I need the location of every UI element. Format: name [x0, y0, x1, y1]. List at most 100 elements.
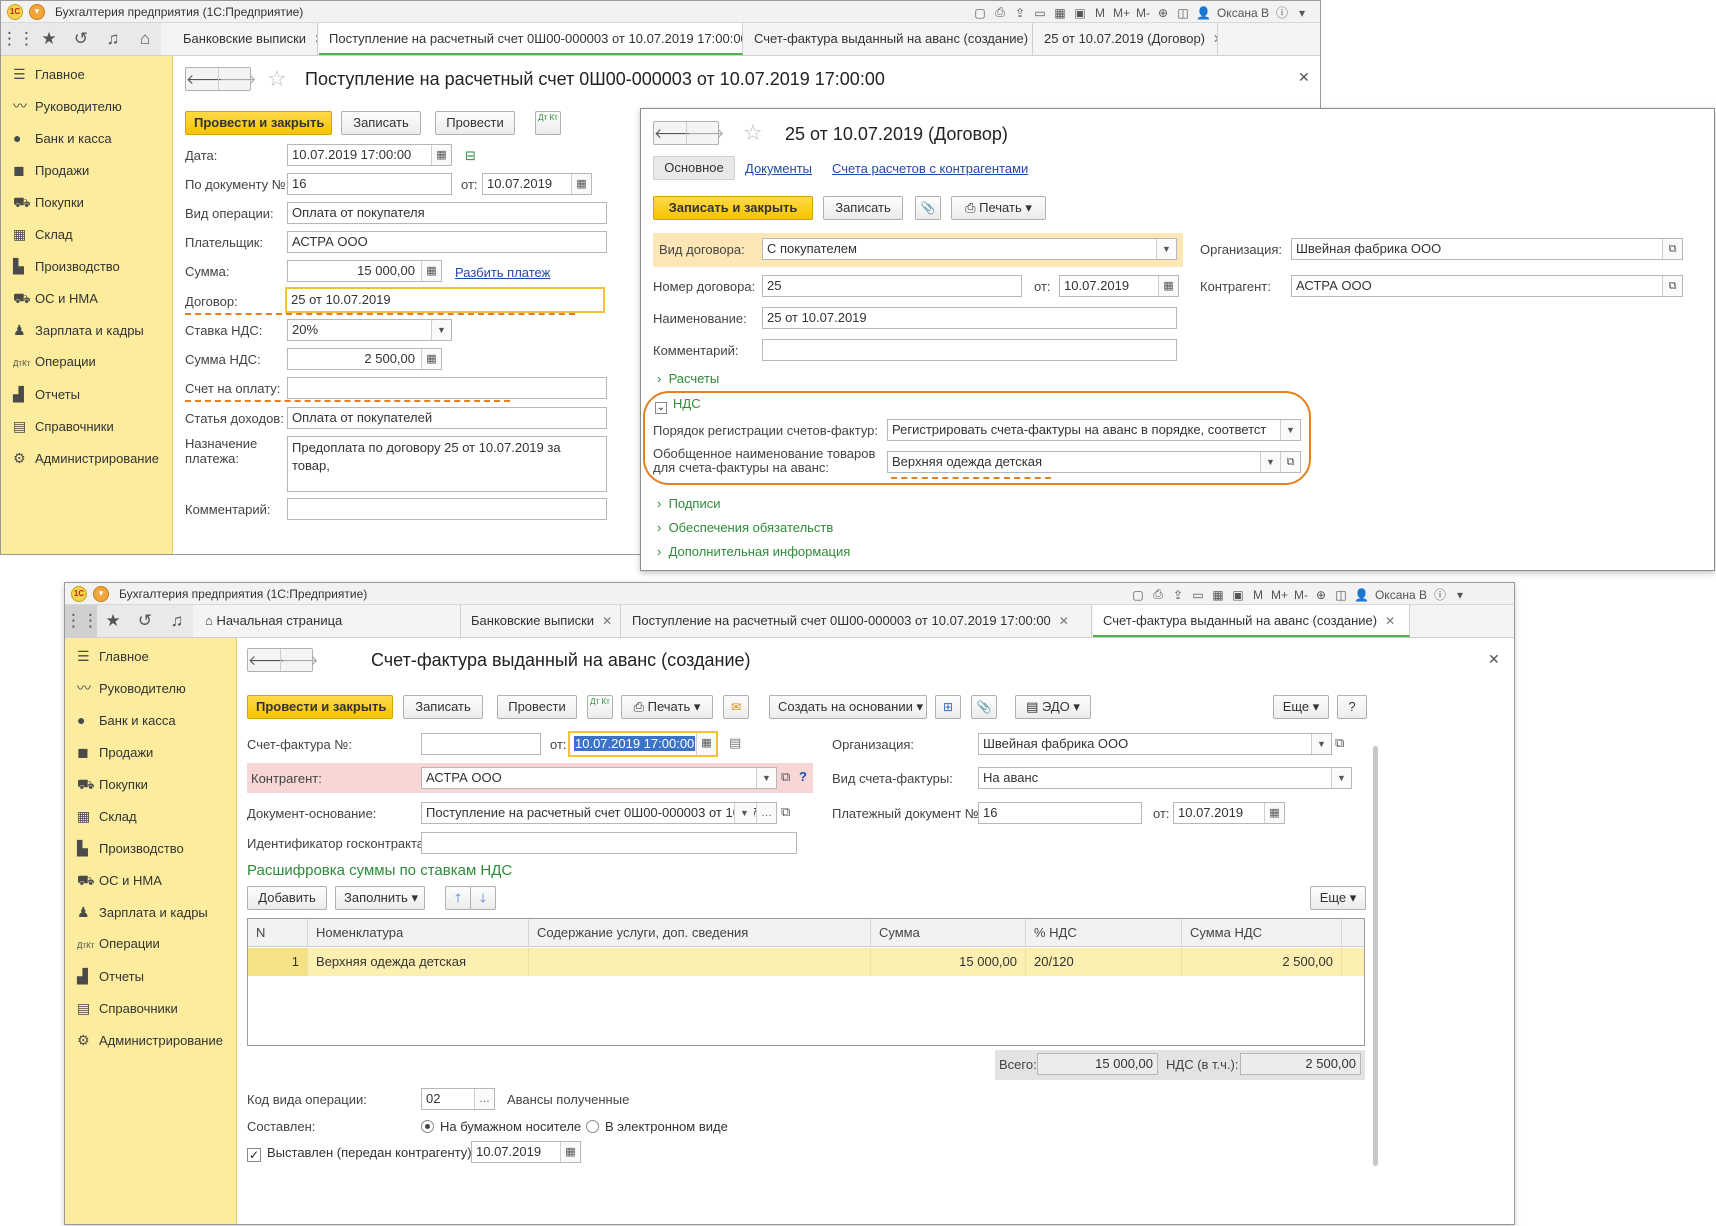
- print-button[interactable]: ⎙ Печать ▾: [621, 695, 713, 719]
- upload-icon[interactable]: ⇪: [1013, 6, 1027, 20]
- history-nav[interactable]: 🡐 🡒: [247, 648, 319, 672]
- info-icon[interactable]: ⓘ: [1433, 586, 1447, 603]
- preview-icon[interactable]: ▭: [1033, 6, 1047, 20]
- sidebar-item-assets[interactable]: ⛟ ОС и НМА: [77, 869, 162, 891]
- counterparty-field[interactable]: АСТРА ООО ⧉: [1291, 275, 1683, 297]
- structure-icon[interactable]: ⊞: [935, 695, 961, 719]
- sidebar-item-salary[interactable]: ♟ Зарплата и кадры: [77, 901, 208, 923]
- main-menu-icon[interactable]: ▾: [29, 4, 45, 20]
- move-up-icon[interactable]: 🡑: [445, 886, 471, 910]
- tab-contract[interactable]: 25 от 10.07.2019 (Договор)✕: [1034, 23, 1218, 55]
- subtab-documents[interactable]: Документы: [745, 161, 812, 176]
- date-field[interactable]: 10.07.2019 ▦: [1059, 275, 1179, 297]
- chevron-down-icon[interactable]: ▼: [1331, 768, 1351, 788]
- memory-minus-icon[interactable]: M-: [1294, 588, 1308, 602]
- dtkt-button[interactable]: Дт Кт: [587, 695, 613, 719]
- tab-bank-statements[interactable]: Банковские выписки✕: [461, 605, 621, 637]
- apps-grid-icon[interactable]: ⋮⋮: [65, 605, 99, 637]
- open-icon[interactable]: ⧉: [781, 769, 790, 785]
- contract-field[interactable]: 25 от 10.07.2019: [285, 287, 605, 313]
- calendar-icon[interactable]: ▦: [571, 174, 591, 194]
- number-field[interactable]: 25: [762, 275, 1022, 297]
- op-code-field[interactable]: 02…: [421, 1088, 495, 1110]
- sum-field[interactable]: 15 000,00 ▦: [287, 260, 442, 282]
- section-vat[interactable]: ⌄ НДС: [655, 396, 701, 414]
- sidebar-item-warehouse[interactable]: ▦ Склад: [77, 805, 137, 827]
- favorite-star-icon[interactable]: ☆: [743, 120, 763, 146]
- bell-icon[interactable]: ♫: [161, 605, 193, 637]
- chevron-down-icon[interactable]: ▼: [1156, 239, 1176, 259]
- chevron-down-icon[interactable]: ▾: [1453, 588, 1467, 602]
- fill-button[interactable]: Заполнить ▾: [335, 886, 425, 910]
- chevron-down-icon[interactable]: ▼: [734, 803, 754, 823]
- row-sum[interactable]: 15 000,00: [871, 948, 1026, 976]
- goods-name-field[interactable]: Верхняя одежда детская ▼ ⧉: [887, 451, 1301, 473]
- checkmark-icon[interactable]: ✓: [247, 1148, 261, 1162]
- doc-date-field[interactable]: 10.07.2019 ▦: [482, 173, 592, 195]
- post-and-close-button[interactable]: Провести и закрыть: [247, 695, 393, 719]
- sidebar-item-admin[interactable]: ⚙ Администрирование: [13, 447, 159, 469]
- section-payments[interactable]: › Расчеты: [657, 371, 719, 386]
- chevron-down-icon[interactable]: ▾: [1295, 6, 1309, 20]
- forward-arrow-icon[interactable]: 🡒: [686, 122, 725, 144]
- user-name[interactable]: Оксана В: [1217, 6, 1269, 20]
- close-tab-icon[interactable]: ✕: [1059, 614, 1069, 628]
- sidebar-item-catalogs[interactable]: ▤ Справочники: [13, 415, 114, 437]
- sidebar-item-reports[interactable]: ▟ Отчеты: [77, 965, 144, 987]
- vat-rate-field[interactable]: 20% ▼: [287, 319, 452, 341]
- post-button[interactable]: Провести: [497, 695, 577, 719]
- sidebar-item-sales[interactable]: ◼ Продажи: [77, 741, 153, 763]
- memory-icon[interactable]: M: [1251, 588, 1265, 602]
- chevron-down-icon[interactable]: ▼: [1260, 452, 1280, 472]
- save-icon[interactable]: ▢: [973, 6, 987, 20]
- history-nav[interactable]: 🡐 🡒: [653, 121, 725, 145]
- attach-icon[interactable]: 📎: [971, 695, 997, 719]
- preview-icon[interactable]: ▭: [1191, 588, 1205, 602]
- memory-plus-icon[interactable]: M+: [1113, 6, 1130, 20]
- comment-field[interactable]: [762, 339, 1177, 361]
- dtkt-button[interactable]: Дт Кт: [535, 111, 561, 135]
- sidebar-item-production[interactable]: ▙ Производство: [13, 255, 120, 277]
- column-header[interactable]: N: [248, 919, 308, 947]
- sidebar-item-main[interactable]: ☰ Главное: [77, 645, 149, 667]
- calculator-icon[interactable]: ▦: [421, 349, 441, 369]
- column-header[interactable]: Сумма НДС: [1182, 919, 1342, 947]
- forward-arrow-icon[interactable]: 🡒: [218, 68, 257, 90]
- base-doc-field[interactable]: Поступление на расчетный счет 0Ш00-00000…: [421, 802, 777, 824]
- doc-no-field[interactable]: 16: [287, 173, 452, 195]
- history-icon[interactable]: ↺: [129, 605, 161, 637]
- column-header[interactable]: Содержание услуги, доп. сведения: [529, 919, 871, 947]
- calculator-icon[interactable]: ▦: [1211, 588, 1225, 602]
- sidebar-item-production[interactable]: ▙ Производство: [77, 837, 184, 859]
- panel-icon[interactable]: ◫: [1176, 6, 1190, 20]
- invoice-no-field[interactable]: [421, 733, 541, 755]
- scrollbar[interactable]: [1373, 746, 1378, 1166]
- memory-plus-icon[interactable]: M+: [1271, 588, 1288, 602]
- vat-sum-field[interactable]: 2 500,00 ▦: [287, 348, 442, 370]
- row-item[interactable]: Верхняя одежда детская: [308, 948, 529, 976]
- info-icon[interactable]: ⓘ: [1275, 4, 1289, 21]
- save-button[interactable]: Записать: [823, 196, 903, 220]
- sidebar-item-manager[interactable]: 〰 Руководителю: [13, 95, 122, 117]
- column-header[interactable]: % НДС: [1026, 919, 1182, 947]
- save-button[interactable]: Записать: [341, 111, 421, 135]
- back-arrow-icon[interactable]: 🡐: [248, 649, 286, 671]
- sidebar-item-bank[interactable]: ● Банк и касса: [13, 127, 112, 149]
- sidebar-item-bank[interactable]: ● Банк и касса: [77, 709, 176, 731]
- sidebar-item-purchases[interactable]: ⛟ Покупки: [13, 191, 84, 213]
- open-icon[interactable]: ⧉: [781, 804, 790, 820]
- help-button[interactable]: ?: [1337, 695, 1367, 719]
- tab-bank-receipt[interactable]: Поступление на расчетный счет 0Ш00-00000…: [319, 23, 743, 55]
- user-name[interactable]: Оксана В: [1375, 588, 1427, 602]
- calendar-icon[interactable]: ▦: [696, 733, 716, 755]
- doc-status-icon[interactable]: ⊟: [465, 148, 476, 164]
- bell-icon[interactable]: ♫: [97, 23, 129, 55]
- electronic-radio[interactable]: В электронном виде: [586, 1119, 728, 1134]
- post-and-close-button[interactable]: Провести и закрыть: [185, 111, 332, 135]
- history-nav[interactable]: 🡐 🡒: [185, 67, 257, 91]
- row-vat-sum[interactable]: 2 500,00: [1182, 948, 1342, 976]
- calendar-icon[interactable]: ▦: [1158, 276, 1178, 296]
- sidebar-item-main[interactable]: ☰ Главное: [13, 63, 85, 85]
- radio-icon[interactable]: [586, 1120, 599, 1133]
- attach-icon[interactable]: 📎: [915, 196, 941, 220]
